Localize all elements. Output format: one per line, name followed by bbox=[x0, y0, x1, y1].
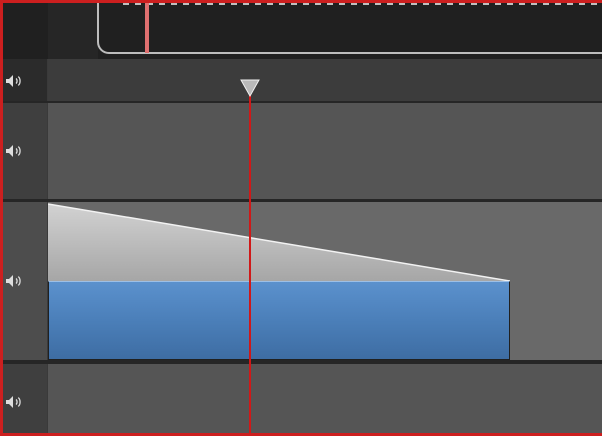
track-header-audio-1[interactable] bbox=[3, 103, 47, 199]
timeline-ruler[interactable] bbox=[3, 3, 602, 59]
speaker-icon[interactable] bbox=[5, 144, 27, 158]
ruler-lane-body[interactable] bbox=[48, 59, 602, 103]
playhead-line[interactable] bbox=[249, 83, 251, 433]
speaker-icon[interactable] bbox=[5, 395, 27, 409]
audio-clip[interactable] bbox=[48, 281, 510, 360]
playback-range-marker[interactable] bbox=[145, 3, 149, 53]
speaker-icon[interactable] bbox=[5, 74, 27, 88]
track-header-audio-3[interactable] bbox=[3, 364, 47, 433]
horizontal-scroll-thumb[interactable] bbox=[97, 3, 602, 54]
track-body-audio-1[interactable] bbox=[48, 103, 602, 199]
track-header-audio-2[interactable] bbox=[3, 202, 47, 360]
track-header-ruler-lane[interactable] bbox=[3, 59, 47, 103]
playhead-triangle-icon[interactable] bbox=[240, 79, 260, 99]
track-body-audio-3[interactable] bbox=[48, 364, 602, 433]
timeline-frame bbox=[0, 0, 602, 436]
fade-out-envelope[interactable] bbox=[48, 202, 510, 284]
track-body-audio-2[interactable] bbox=[48, 202, 602, 360]
speaker-icon[interactable] bbox=[5, 274, 27, 288]
ruler-header-spacer bbox=[48, 3, 98, 59]
